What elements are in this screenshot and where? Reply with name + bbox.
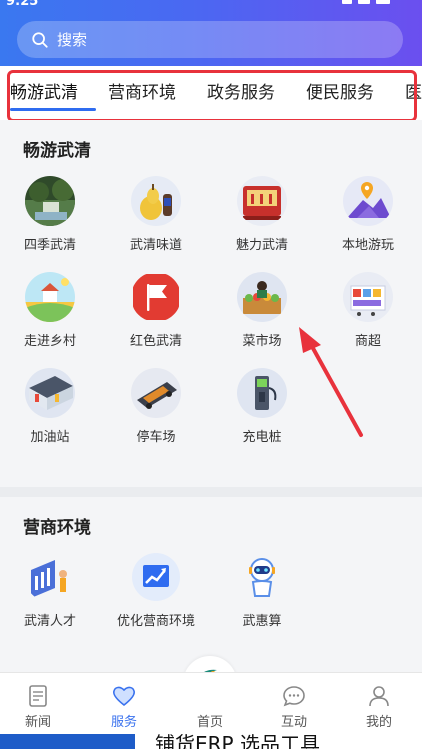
status-time: 9:25 xyxy=(6,0,39,9)
grid-item-wuqing-weidao[interactable]: 武清味道 xyxy=(106,176,206,253)
nav-label: 服务 xyxy=(110,715,137,730)
theater-stage-icon xyxy=(237,176,287,226)
wifi-icon xyxy=(358,0,370,4)
annotation-highlight-box xyxy=(7,70,417,122)
nav-profile[interactable]: 我的 xyxy=(349,673,409,730)
item-label: 停车场 xyxy=(136,430,176,445)
status-icons xyxy=(342,0,392,4)
annotation-arrow xyxy=(299,327,363,437)
item-label: 走进乡村 xyxy=(23,334,76,349)
grid-item-wuqing-rencai[interactable]: 武清人才 xyxy=(0,552,100,629)
heart-service-icon xyxy=(112,686,136,707)
background-strip: 铺货ERP 选品工具 xyxy=(0,734,422,749)
nav-label: 我的 xyxy=(365,715,392,730)
search-bar[interactable]: 搜索 xyxy=(17,21,403,58)
item-label: 本地游玩 xyxy=(341,238,394,253)
battery-icon xyxy=(376,0,390,4)
search-icon xyxy=(32,31,48,48)
talent-person-icon xyxy=(25,552,75,602)
growth-chart-icon xyxy=(132,553,180,601)
pear-fruit-icon xyxy=(131,176,181,226)
supermarket-icon xyxy=(343,272,393,322)
item-label: 魅力武清 xyxy=(235,238,288,253)
mountain-location-icon xyxy=(343,176,393,226)
news-icon xyxy=(29,685,47,707)
nav-home-spacer xyxy=(180,673,240,709)
item-label: 红色武清 xyxy=(129,334,182,349)
grid-item-youhua-yingshang[interactable]: 优化营商环境 xyxy=(106,552,206,629)
background-banner xyxy=(0,734,135,749)
section-title: 畅游武清 xyxy=(23,141,91,161)
nav-label: 首页 xyxy=(196,715,223,730)
market-stall-icon xyxy=(237,272,287,322)
grid-item-bendi-youwan[interactable]: 本地游玩 xyxy=(318,176,418,253)
nav-news[interactable]: 新闻 xyxy=(8,673,68,730)
robot-icon xyxy=(237,552,287,602)
nav-interact[interactable]: 互动 xyxy=(264,673,324,730)
grid-item-meili-wuqing[interactable]: 魅力武清 xyxy=(212,176,312,253)
signal-icon xyxy=(342,0,352,4)
nav-service[interactable]: 服务 xyxy=(94,673,154,730)
grid-item-jiayouzhan[interactable]: 加油站 xyxy=(0,368,100,445)
grid-item-wuhuisuan[interactable]: 武惠算 xyxy=(212,552,312,629)
item-label: 优化营商环境 xyxy=(116,614,195,629)
grid-item-tingchechang[interactable]: 停车场 xyxy=(106,368,206,445)
chat-bubble-icon xyxy=(283,686,305,707)
lake-landscape-icon xyxy=(25,176,75,226)
section-divider xyxy=(0,487,422,497)
item-label: 加油站 xyxy=(30,430,70,445)
grid-item-hongse-wuqing[interactable]: 红色武清 xyxy=(106,272,206,349)
background-text: 铺货ERP 选品工具 xyxy=(155,734,320,749)
search-label: 搜索 xyxy=(57,31,88,49)
nav-label: 互动 xyxy=(280,715,307,730)
parking-car-icon xyxy=(131,368,181,418)
nav-home[interactable]: 首页 xyxy=(180,673,240,730)
grid-item-zoujin-xiangcun[interactable]: 走进乡村 xyxy=(0,272,100,349)
item-label: 四季武清 xyxy=(23,238,76,253)
item-label: 武清人才 xyxy=(23,614,76,629)
nav-label: 新闻 xyxy=(24,715,51,730)
item-label: 武清味道 xyxy=(129,238,182,253)
gas-station-icon xyxy=(25,368,75,418)
header: 9:25 搜索 xyxy=(0,0,422,66)
grid-item-siji-wuqing[interactable]: 四季武清 xyxy=(0,176,100,253)
section-yingshang-huanjing: 营商环境 武清人才 优化营商环境 武惠算 xyxy=(0,497,422,672)
section-title: 营商环境 xyxy=(23,518,91,538)
app-screen: 9:25 搜索 畅游武清 营商环境 政务服务 便民服务 医 畅游武清 四季武清 … xyxy=(0,0,422,749)
charging-pile-icon xyxy=(237,368,287,418)
item-label: 武惠算 xyxy=(242,614,282,629)
bottom-nav: 新闻 服务 首页 互动 我的 xyxy=(0,672,422,734)
village-field-icon xyxy=(25,272,75,322)
red-flag-icon xyxy=(133,274,179,320)
profile-icon xyxy=(369,686,389,707)
